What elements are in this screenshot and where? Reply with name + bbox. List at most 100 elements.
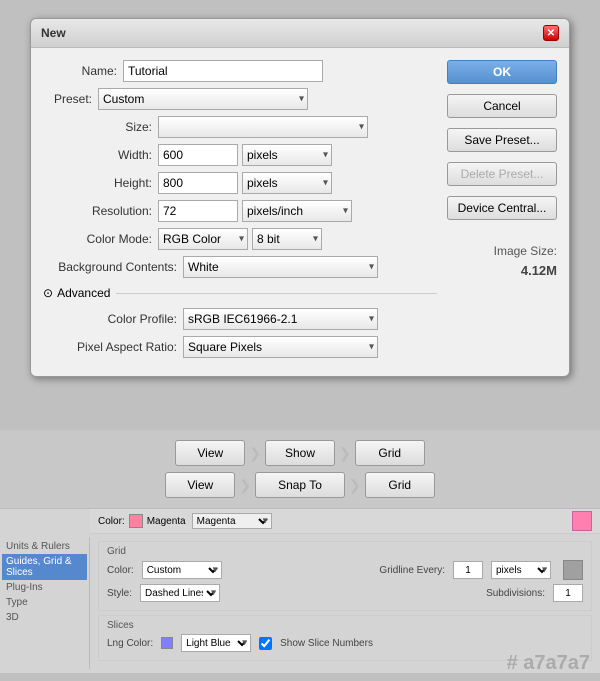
- delete-preset-button[interactable]: Delete Preset...: [447, 162, 557, 186]
- dialog-body: Name: Preset: Custom Size:: [31, 48, 569, 376]
- save-preset-button[interactable]: Save Preset...: [447, 128, 557, 152]
- pixelaspect-row: Pixel Aspect Ratio: Square Pixels: [43, 336, 437, 358]
- show-numbers-checkbox[interactable]: [259, 637, 272, 650]
- pixelaspect-select-wrapper: Square Pixels: [183, 336, 378, 358]
- color-row: Color: Magenta Magenta: [90, 509, 600, 534]
- preset-row: Preset: Custom: [43, 88, 437, 110]
- toolbar-grid-btn-2[interactable]: Grid: [365, 472, 435, 498]
- background-row: Background Contents: White: [43, 256, 437, 278]
- slices-row: Lng Color: Light Blue Show Slice Numbers: [107, 634, 583, 652]
- line-color-select[interactable]: Light Blue: [181, 634, 251, 652]
- toggle-icon: ⊙: [43, 286, 53, 300]
- colormode-row: Color Mode: RGB Color 8 bit: [43, 228, 437, 250]
- toolbar-view-btn-1[interactable]: View: [175, 440, 245, 466]
- colorprofile-row: Color Profile: sRGB IEC61966-2.1: [43, 308, 437, 330]
- sidebar-item-type[interactable]: Type: [2, 595, 87, 610]
- grid-section: Grid Color: Custom Gridline Every: pixel…: [98, 541, 592, 611]
- width-units-wrapper: pixels: [242, 144, 332, 166]
- advanced-toggle[interactable]: ⊙ Advanced: [43, 286, 110, 300]
- name-label: Name:: [43, 64, 123, 78]
- arrow-icon-2: ❯: [339, 445, 351, 462]
- close-button[interactable]: ✕: [543, 25, 559, 41]
- height-input[interactable]: [158, 172, 238, 194]
- resolution-input[interactable]: [158, 200, 238, 222]
- resolution-units-wrapper: pixels/inch: [242, 200, 352, 222]
- bits-select-wrapper: 8 bit: [252, 228, 322, 250]
- grid-color-select[interactable]: Custom: [142, 561, 222, 579]
- dialog-titlebar: New ✕: [31, 19, 569, 48]
- bits-select[interactable]: 8 bit: [252, 228, 322, 250]
- advanced-divider: ⊙ Advanced: [43, 286, 437, 300]
- pixelaspect-select[interactable]: Square Pixels: [183, 336, 378, 358]
- background-select[interactable]: White: [183, 256, 378, 278]
- colorprofile-select-wrapper: sRGB IEC61966-2.1: [183, 308, 378, 330]
- color-select-wrapper: Magenta: [192, 513, 272, 529]
- preset-select[interactable]: Custom: [98, 88, 308, 110]
- gridline-units-wrapper: pixels: [491, 561, 551, 579]
- size-label: Size:: [43, 120, 158, 134]
- gridline-units-select[interactable]: pixels: [491, 561, 551, 579]
- grid-color-label: Color:: [107, 565, 134, 576]
- device-central-button[interactable]: Device Central...: [447, 196, 557, 220]
- resolution-label: Resolution:: [43, 204, 158, 218]
- pixelaspect-label: Pixel Aspect Ratio:: [43, 340, 183, 354]
- colormode-label: Color Mode:: [43, 232, 158, 246]
- width-units-select[interactable]: pixels: [242, 144, 332, 166]
- subdivisions-input[interactable]: [553, 584, 583, 602]
- watermark: # a7a7a7: [507, 652, 590, 675]
- show-numbers-label: Show Slice Numbers: [280, 638, 373, 649]
- toolbar-row-2: View ❯ Snap To ❯ Grid: [0, 472, 600, 498]
- resolution-units-select[interactable]: pixels/inch: [242, 200, 352, 222]
- divider-line: [116, 293, 437, 294]
- name-row: Name:: [43, 60, 437, 82]
- size-select[interactable]: [158, 116, 368, 138]
- color-value-label: Magenta: [147, 516, 186, 527]
- image-size-value: 4.12M: [447, 261, 557, 282]
- sidebar-item-plugins[interactable]: Plug-Ins: [2, 580, 87, 595]
- size-row: Size:: [43, 116, 437, 138]
- toolbar-snapto-btn[interactable]: Snap To: [255, 472, 345, 498]
- preset-select-wrapper: Custom: [98, 88, 308, 110]
- line-color-swatch: [161, 637, 173, 649]
- grid-color-row: Color: Custom Gridline Every: pixels: [107, 560, 583, 580]
- colormode-select[interactable]: RGB Color: [158, 228, 248, 250]
- toolbar-row-1: View ❯ Show ❯ Grid: [0, 440, 600, 466]
- preset-label: Preset:: [43, 92, 98, 106]
- color-select[interactable]: Magenta: [192, 513, 272, 529]
- sidebar-item-3d[interactable]: 3D: [2, 610, 87, 625]
- height-row: Height: pixels: [43, 172, 437, 194]
- toolbar-grid-btn-1[interactable]: Grid: [355, 440, 425, 466]
- subdivisions-label: Subdivisions:: [486, 588, 545, 599]
- background-select-wrapper: White: [183, 256, 378, 278]
- prefs-panel: Color: Magenta Magenta Units & Rulers Gu…: [0, 508, 600, 673]
- sidebar-item-units[interactable]: Units & Rulers: [2, 539, 87, 554]
- grid-color-select-wrapper: Custom: [142, 561, 222, 579]
- background-label: Background Contents:: [43, 260, 183, 274]
- name-input[interactable]: [123, 60, 323, 82]
- dialog-right-panel: OK Cancel Save Preset... Delete Preset..…: [447, 60, 557, 364]
- dialog-title: New: [41, 26, 66, 40]
- arrow-icon-1: ❯: [249, 445, 261, 462]
- grid-section-title: Grid: [107, 546, 583, 557]
- height-units-select[interactable]: pixels: [242, 172, 332, 194]
- line-color-select-wrapper: Light Blue: [181, 634, 251, 652]
- width-input[interactable]: [158, 144, 238, 166]
- gridline-label: Gridline Every:: [379, 565, 445, 576]
- colormode-select-wrapper: RGB Color: [158, 228, 248, 250]
- ok-button[interactable]: OK: [447, 60, 557, 84]
- gridline-input[interactable]: [453, 561, 483, 579]
- image-size-box: Image Size: 4.12M: [447, 242, 557, 282]
- width-label: Width:: [43, 148, 158, 162]
- line-color-label: Lng Color:: [107, 638, 153, 649]
- toolbar-view-btn-2[interactable]: View: [165, 472, 235, 498]
- cancel-button[interactable]: Cancel: [447, 94, 557, 118]
- new-dialog: New ✕ Name: Preset: Custom Size:: [30, 18, 570, 377]
- pink-swatch: [572, 511, 592, 531]
- resolution-row: Resolution: pixels/inch: [43, 200, 437, 222]
- sidebar-item-guides[interactable]: Guides, Grid & Slices: [2, 554, 87, 580]
- height-label: Height:: [43, 176, 158, 190]
- arrow-icon-3: ❯: [239, 477, 251, 494]
- toolbar-show-btn[interactable]: Show: [265, 440, 335, 466]
- grid-style-select[interactable]: Dashed Lines: [140, 584, 220, 602]
- colorprofile-select[interactable]: sRGB IEC61966-2.1: [183, 308, 378, 330]
